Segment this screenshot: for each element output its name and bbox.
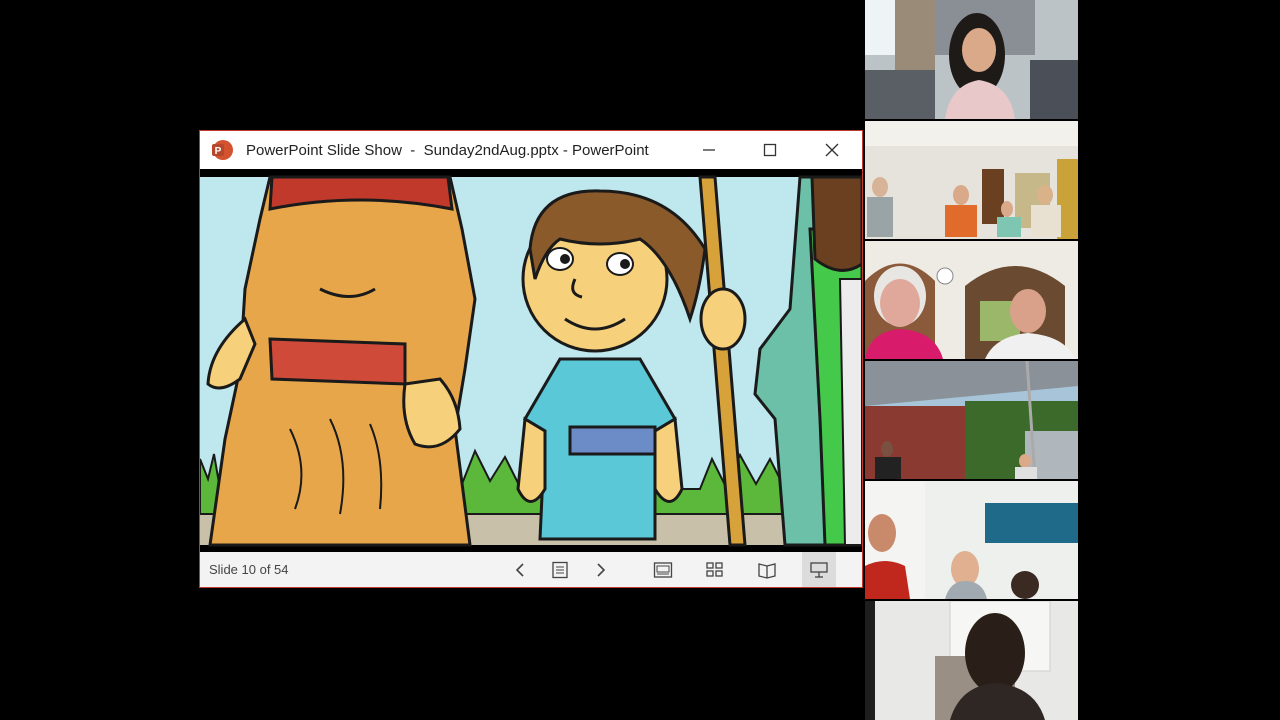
previous-slide-button[interactable] [503,552,537,587]
participant-video-6 [865,601,1078,720]
slide-counter: Slide 10 of 54 [209,562,289,577]
participant-tile-4[interactable] [865,361,1078,479]
grid-view-icon [706,561,723,577]
slide-show-button[interactable] [802,552,836,587]
minimize-icon [703,149,715,151]
next-slide-button[interactable] [584,552,618,587]
slide-list-button[interactable] [543,552,577,587]
chevron-left-icon [515,562,524,577]
participant-tile-5[interactable] [865,481,1078,599]
maximize-button[interactable] [747,131,793,169]
slide-canvas[interactable] [200,169,862,552]
slide-illustration [200,175,862,547]
participant-video-4 [865,361,1078,479]
participant-video-3 [865,241,1078,359]
title-bar[interactable]: P PowerPoint Slide Show - Sunday2ndAug.p… [200,131,862,169]
participant-tile-1[interactable] [865,0,1078,119]
slide-sorter-button[interactable] [698,552,732,587]
status-bar: Slide 10 of 54 [200,552,862,587]
chevron-right-icon [597,562,606,577]
notes-list-icon [552,561,568,578]
normal-view-button[interactable] [646,552,680,587]
minimize-button[interactable] [686,131,732,169]
participant-video-2 [865,121,1078,239]
app-icon-letter: P [215,146,222,157]
normal-view-icon [653,561,673,578]
participant-video-1 [865,0,1078,119]
participant-tile-3[interactable] [865,241,1078,359]
participant-tile-6[interactable] [865,601,1078,720]
powerpoint-window: P PowerPoint Slide Show - Sunday2ndAug.p… [199,130,863,588]
reading-view-button[interactable] [750,552,784,587]
close-button[interactable] [809,131,855,169]
close-icon [825,143,839,157]
powerpoint-app-icon: P [212,140,233,160]
participant-tile-2[interactable] [865,121,1078,239]
participant-video-5 [865,481,1078,599]
presenter-icon [810,561,828,578]
window-title: PowerPoint Slide Show - Sunday2ndAug.ppt… [246,141,649,159]
book-icon [758,562,776,579]
maximize-icon [763,143,777,157]
